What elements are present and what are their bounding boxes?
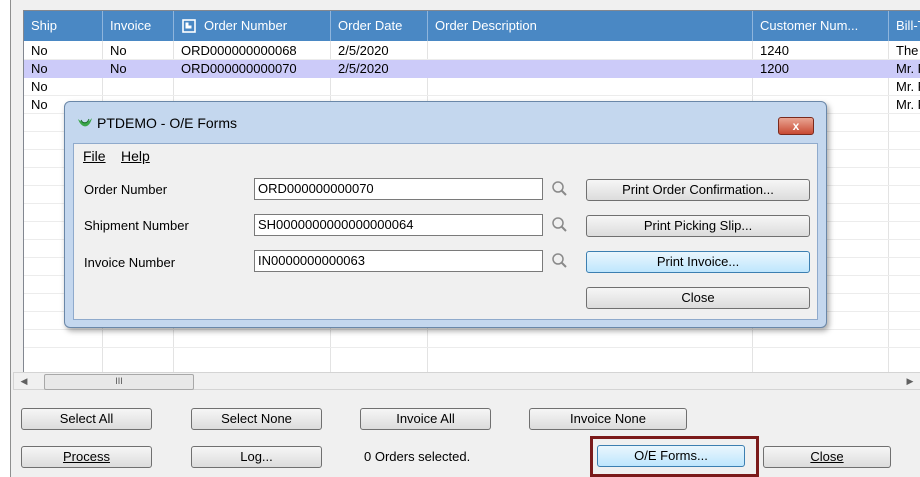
column-order-number[interactable]: Order Number: [174, 11, 331, 41]
dialog-close-icon[interactable]: x: [778, 117, 814, 135]
column-order-description[interactable]: Order Description: [428, 11, 753, 41]
cell-order-number: ORD000000000070: [181, 61, 297, 76]
scroll-left-icon[interactable]: ◀: [16, 373, 32, 389]
print-picking-slip-button[interactable]: Print Picking Slip...: [586, 215, 810, 237]
horizontal-scrollbar[interactable]: ◀ III ▶: [13, 372, 920, 390]
cell-customer-number: 1240: [760, 43, 789, 58]
status-text: 0 Orders selected.: [364, 449, 471, 464]
cell-bill-to: Mr. Ro: [896, 61, 920, 76]
cell-bill-to: Mr. Ro: [896, 79, 920, 94]
table-row[interactable]: No No ORD000000000068 2/5/2020 1240 The …: [24, 42, 920, 60]
table-row[interactable]: No Mr. Ro: [24, 78, 920, 96]
grid-line: [24, 329, 920, 330]
cell-bill-to: Mr. Ro: [896, 97, 920, 112]
oe-forms-dialog: PTDEMO - O/E Forms x File Help Order Num…: [64, 101, 827, 328]
column-ship[interactable]: Ship: [24, 11, 103, 41]
shipment-number-input[interactable]: SH0000000000000000064: [254, 214, 543, 236]
key-icon: [182, 19, 196, 33]
column-customer-number[interactable]: Customer Num...: [753, 11, 889, 41]
process-label: Process: [63, 449, 110, 464]
close-label: Close: [810, 449, 844, 464]
close-button[interactable]: Close: [763, 446, 891, 468]
dialog-close-button[interactable]: Close: [586, 287, 810, 309]
shipment-number-label: Shipment Number: [84, 218, 189, 233]
cell-invoice[interactable]: No: [103, 42, 174, 60]
cell-ship[interactable]: No: [24, 78, 103, 96]
grid-header: Ship Invoice Order Number Order Date Ord…: [24, 11, 920, 41]
cell-order-date: 2/5/2020: [338, 61, 389, 76]
menu-file[interactable]: File: [83, 148, 106, 164]
search-icon[interactable]: [551, 216, 569, 234]
search-icon[interactable]: [551, 180, 569, 198]
cell-customer-number: 1200: [760, 61, 789, 76]
log-button[interactable]: Log...: [191, 446, 322, 468]
cell-order-description: [428, 60, 753, 78]
column-bill-to[interactable]: Bill-To: [889, 11, 920, 41]
process-button[interactable]: Process: [21, 446, 152, 468]
table-row[interactable]: No No ORD000000000070 2/5/2020 1200 Mr. …: [24, 60, 920, 78]
menu-file-label: File: [83, 148, 106, 164]
column-order-date[interactable]: Order Date: [331, 11, 428, 41]
order-number-label: Order Number: [84, 182, 168, 197]
invoice-number-input[interactable]: IN0000000000063: [254, 250, 543, 272]
scroll-right-icon[interactable]: ▶: [902, 373, 918, 389]
menu-bar: File Help: [74, 144, 817, 168]
grid-line: [24, 347, 920, 348]
menu-help-label: Help: [121, 148, 150, 164]
cell-ship[interactable]: No: [24, 42, 103, 60]
search-icon[interactable]: [551, 252, 569, 270]
order-number-input[interactable]: ORD000000000070: [254, 178, 543, 200]
select-none-button[interactable]: Select None: [191, 408, 322, 430]
dialog-title: PTDEMO - O/E Forms: [97, 115, 237, 131]
invoice-none-button[interactable]: Invoice None: [529, 408, 687, 430]
cell-order-number: ORD000000000068: [181, 43, 297, 58]
menu-help[interactable]: Help: [121, 148, 150, 164]
print-invoice-button[interactable]: Print Invoice...: [586, 251, 810, 273]
highlight-box: [590, 436, 759, 477]
scroll-thumb[interactable]: III: [44, 374, 194, 390]
column-invoice[interactable]: Invoice: [103, 11, 174, 41]
cell-bill-to: The C: [896, 43, 920, 58]
dialog-client: File Help Order Number ORD000000000070 P…: [73, 143, 818, 320]
invoice-number-label: Invoice Number: [84, 255, 176, 270]
order-number-label: Order Number: [204, 18, 288, 33]
print-order-confirmation-button[interactable]: Print Order Confirmation...: [586, 179, 810, 201]
cell-order-description: [428, 42, 753, 60]
cell-order-date: 2/5/2020: [338, 43, 389, 58]
cell-invoice[interactable]: No: [103, 60, 174, 78]
invoice-all-button[interactable]: Invoice All: [360, 408, 491, 430]
cell-ship[interactable]: No: [24, 60, 103, 78]
select-all-button[interactable]: Select All: [21, 408, 152, 430]
app-logo-icon: [78, 118, 92, 127]
